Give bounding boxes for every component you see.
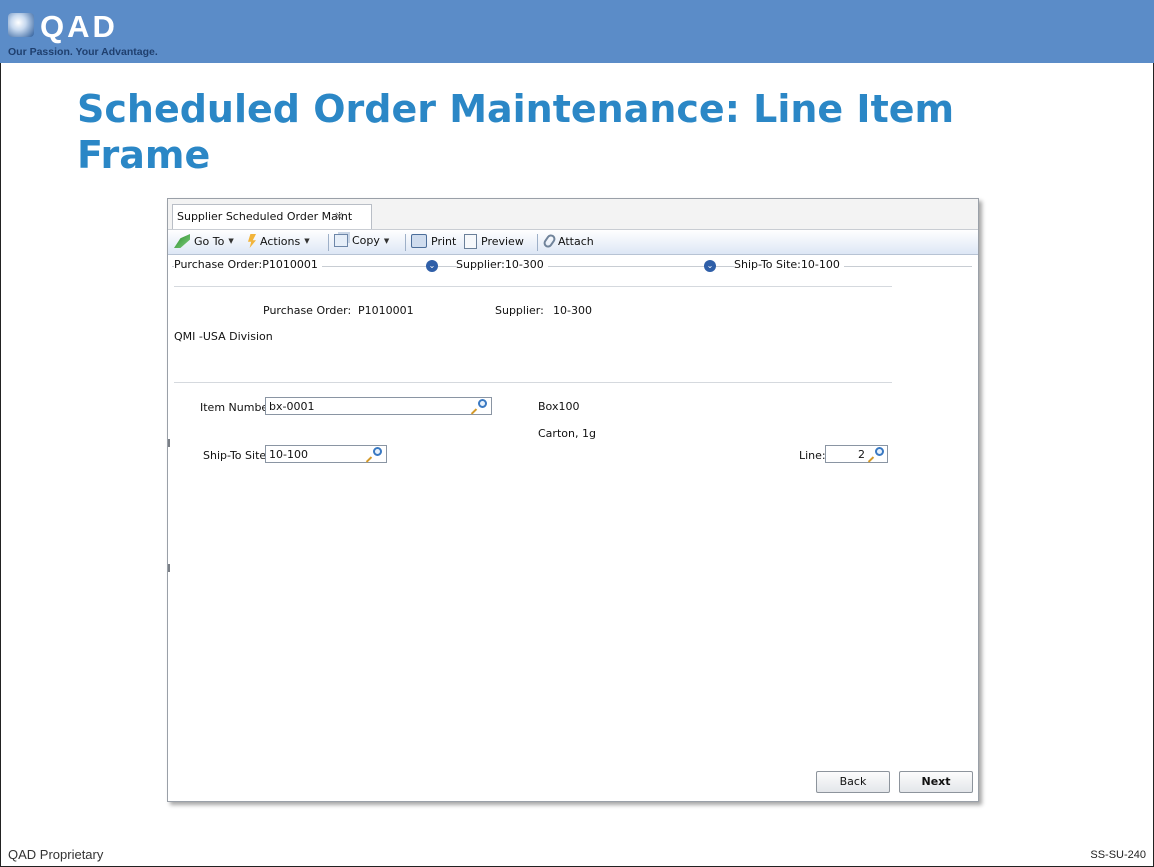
header-bar: QAD Our Passion. Your Advantage. (0, 0, 1154, 63)
item-number-value: bx-0001 (269, 400, 315, 413)
app-window: Supplier Scheduled Order Maint × Go To ▼… (167, 198, 979, 802)
search-icon[interactable] (365, 447, 382, 463)
division-name: QMI -USA Division (174, 330, 273, 343)
dropdown-caret-icon: ▼ (304, 237, 310, 245)
goto-menu-button[interactable]: Go To ▼ (174, 234, 234, 248)
toolbar: Go To ▼ Actions ▼ Copy ▼ Print Preview A… (168, 230, 978, 255)
logo-tagline: Our Passion. Your Advantage. (8, 46, 158, 58)
search-icon[interactable] (867, 447, 884, 463)
attach-button[interactable]: Attach (541, 232, 594, 250)
slide-title: Scheduled Order Maintenance: Line Item F… (77, 87, 955, 178)
po-label: Purchase Order: (263, 304, 352, 317)
scroll-marker (168, 439, 170, 447)
toolbar-separator (405, 234, 406, 251)
supplier-label: Supplier: (495, 304, 544, 317)
item-unit-description: Carton, 1g (538, 427, 596, 440)
actions-menu-button[interactable]: Actions ▼ (248, 234, 310, 248)
paperclip-icon (541, 232, 558, 250)
dropdown-caret-icon: ▼ (228, 237, 234, 245)
back-button[interactable]: Back (816, 771, 890, 793)
tab-label: Supplier Scheduled Order Maint (177, 210, 353, 223)
tab-strip: Supplier Scheduled Order Maint × (168, 199, 978, 230)
next-button[interactable]: Next (899, 771, 973, 793)
line-input[interactable]: 2 (825, 445, 888, 463)
actions-icon (248, 234, 256, 248)
ship-to-site-value: 10-100 (269, 448, 308, 461)
goto-icon (174, 234, 190, 248)
logo-text: QAD (40, 9, 118, 44)
copy-label: Copy (352, 234, 380, 247)
actions-label: Actions (260, 234, 301, 248)
attach-label: Attach (558, 234, 594, 248)
breadcrumb: Purchase Order:P1010001 ⌄ Supplier:10-30… (168, 256, 978, 274)
supplier-value: 10-300 (553, 304, 592, 317)
breadcrumb-ship-to-site[interactable]: Ship-To Site:10-100 (734, 258, 844, 271)
preview-button[interactable]: Preview (464, 234, 524, 249)
tab-supplier-scheduled-order-maint[interactable]: Supplier Scheduled Order Maint × (172, 204, 372, 229)
line-label: Line: (799, 449, 826, 462)
item-number-input[interactable]: bx-0001 (265, 397, 492, 415)
divider (174, 382, 892, 383)
po-value: P1010001 (358, 304, 414, 317)
footer-code: SS-SU-240 (1090, 849, 1146, 861)
ship-to-site-label: Ship-To Site: (203, 449, 270, 462)
line-value: 2 (858, 448, 865, 461)
breadcrumb-supplier[interactable]: Supplier:10-300 (456, 258, 548, 271)
scroll-marker (168, 564, 170, 572)
close-icon[interactable]: × (334, 209, 344, 223)
print-label: Print (431, 234, 457, 248)
preview-label: Preview (481, 235, 524, 248)
ship-to-site-input[interactable]: 10-100 (265, 445, 387, 463)
divider (174, 286, 892, 287)
printer-icon (411, 234, 427, 248)
preview-icon (464, 234, 477, 249)
footer-proprietary: QAD Proprietary (8, 847, 104, 862)
item-description: Box100 (538, 400, 580, 413)
dropdown-caret-icon: ▼ (383, 236, 390, 245)
copy-menu-button[interactable]: Copy ▼ (334, 234, 389, 247)
toolbar-separator (328, 234, 329, 251)
qad-logo: QAD Our Passion. Your Advantage. (8, 9, 188, 61)
goto-label: Go To (194, 234, 225, 248)
breadcrumb-purchase-order[interactable]: Purchase Order:P1010001 (174, 258, 322, 271)
expand-circle-icon[interactable]: ⌄ (704, 260, 716, 272)
toolbar-separator (537, 234, 538, 251)
logo-sphere-icon (8, 13, 34, 37)
copy-icon (334, 234, 348, 247)
search-icon[interactable] (470, 399, 487, 415)
expand-circle-icon[interactable]: ⌄ (426, 260, 438, 272)
print-button[interactable]: Print (411, 234, 456, 248)
